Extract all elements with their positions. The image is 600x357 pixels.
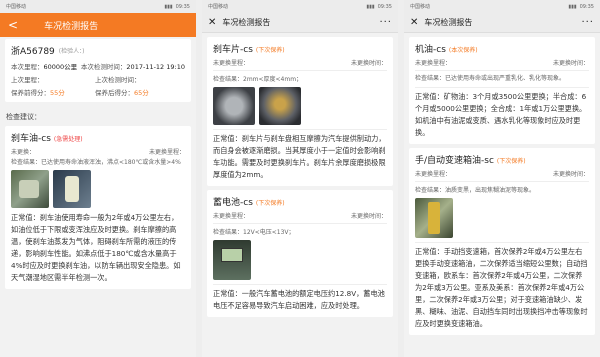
page-title: 车况检测报告 [44, 21, 99, 32]
battery-icon: ▮▮▮ [366, 3, 375, 10]
next-service-badge: (下次保养) [255, 200, 285, 207]
report-header: < 车况检测报告 [0, 13, 196, 37]
normal-value-text: 正常值：刹车油使用寿命一般为2年或4万公里左右，如油位低于下限或变浑浊应及时更换… [11, 213, 181, 282]
carrier: 中国移动 [410, 4, 431, 10]
check-result: 检查结果：油质变黑，出现焦糊油泥等现象。 [415, 187, 536, 194]
score-before-value: 55分 [50, 89, 65, 97]
phone-screen-1: 中国移动 ▮▮▮ 09:35 < 车况检测报告 浙A56789 (检验人：) 本次… [0, 0, 196, 357]
nav-title: 车况检测报告 [222, 18, 271, 27]
not-replaced-mileage: 未更换里程： [415, 171, 452, 178]
carrier: 中国移动 [6, 4, 27, 10]
not-replaced-time: 未更换时间： [552, 171, 589, 178]
normal-value-text: 正常值：手动挡变速箱，首次保养2年或4万公里左右更换手动变速箱油，二次保养适当缩… [415, 247, 588, 328]
transmission-oil-card[interactable]: 手/自动变速箱油-sc (下次保养) 未更换里程： 未更换时间： 检查结果：油质变黑… [409, 148, 595, 335]
clock: 09:35 [175, 3, 190, 10]
battery-icon: ▮▮▮ [568, 3, 577, 10]
next-service-badge: (下次保养) [496, 158, 526, 165]
last-time-label: 上次检测时间： [95, 76, 141, 84]
check-result: 检查结果：已达使用寿命或出现严重乳化、乳化等现象。 [415, 75, 566, 82]
last-mileage-label: 上次里程： [11, 76, 44, 84]
battery-card[interactable]: 蓄电池-cs (下次保养) 未更换里程： 未更换时间： 检查结果：12V<电压<13… [207, 190, 393, 317]
back-icon[interactable]: < [8, 18, 18, 32]
score-after-value: 65分 [134, 89, 149, 97]
next-service-badge: (下次保养) [255, 47, 285, 54]
not-replaced-time: 未更换时间： [350, 60, 387, 67]
inspection-photo[interactable] [11, 170, 49, 208]
brake-pad-card[interactable]: 刹车片-cs (下次保养) 未更换里程： 未更换时间： 检查结果：2mm<厚度<4m… [207, 37, 393, 186]
check-time-label: 本次检测时间： [80, 63, 127, 71]
close-icon[interactable]: ✕ [410, 17, 418, 28]
vehicle-info-card: 浙A56789 (检验人：) 本次里程：60000公里 本次检测时间：2017-… [5, 39, 191, 102]
nav-bar: ✕ 车况检测报告 ··· [202, 13, 398, 33]
this-service-badge: (本次保养) [448, 47, 478, 54]
not-replaced-mileage: 未更换里程： [415, 60, 452, 67]
status-bar: 中国移动 ▮▮▮ 09:35 [202, 0, 398, 13]
close-icon[interactable]: ✕ [208, 17, 216, 28]
battery-icon: ▮▮▮ [164, 3, 173, 10]
check-result: 检查结果：已达使用寿命油液浑浊，沸点<180℃或含水量>4% [11, 159, 181, 166]
not-replaced: 未更换： [11, 149, 36, 156]
nav-title: 车况检测报告 [424, 18, 473, 27]
clock: 09:35 [579, 3, 594, 10]
clock: 09:35 [377, 3, 392, 10]
not-replaced-time: 未更换时间： [350, 213, 387, 220]
inspection-photo[interactable] [53, 170, 91, 208]
more-icon[interactable]: ··· [379, 17, 392, 28]
mileage-label: 本次里程： [11, 63, 44, 71]
screenshot-collage: 中国移动 ▮▮▮ 09:35 < 车况检测报告 浙A56789 (检验人：) 本次… [0, 0, 600, 357]
item-title: 手/自动变速箱油-sc (下次保养) [415, 156, 526, 166]
check-time-value: 2017-11-12 19:10 [126, 63, 185, 71]
item-title: 刹车油-cs (急需处理) [11, 134, 83, 144]
urgent-badge: (急需处理) [53, 136, 83, 143]
item-title: 机油-cs (本次保养) [415, 45, 478, 55]
not-replaced-mileage: 未更换里程： [213, 213, 250, 220]
inspection-photo[interactable] [213, 240, 251, 280]
status-bar: 中国移动 ▮▮▮ 09:35 [0, 0, 196, 13]
carrier: 中国移动 [208, 4, 229, 10]
score-after-label: 保养后得分： [95, 89, 134, 97]
engine-oil-card[interactable]: 机油-cs (本次保养) 未更换里程： 未更换时间： 检查结果：已达使用寿命或出现严… [409, 37, 595, 144]
brake-fluid-card[interactable]: 刹车油-cs (急需处理) 未更换： 未更换里程： 检查结果：已达使用寿命油液浑浊，… [5, 126, 191, 289]
normal-value-text: 正常值：刹车片与刹车盘相互摩擦为汽车提供制动力，而自身会被逐渐磨损。当其厚度小于… [213, 134, 386, 179]
phone-screen-3: 中国移动 ▮▮▮ 09:35 ✕ 车况检测报告 ··· 机油-cs (本次保养) 未… [404, 0, 600, 357]
inspector: (检验人：) [58, 48, 85, 55]
inspection-photo[interactable] [213, 87, 255, 125]
score-before-label: 保养前得分： [11, 89, 50, 97]
item-title: 蓄电池-cs (下次保养) [213, 198, 285, 208]
check-result: 检查结果：12V<电压<13V； [213, 229, 295, 236]
nav-bar: ✕ 车况检测报告 ··· [404, 13, 600, 33]
not-replaced-mileage: 未更换里程： [148, 149, 185, 156]
inspection-photo[interactable] [259, 87, 301, 125]
not-replaced-mileage: 未更换里程： [213, 60, 250, 67]
mileage-value: 60000公里 [43, 63, 78, 71]
check-result: 检查结果：2mm<厚度<4mm； [213, 76, 303, 83]
normal-value-text: 正常值：一般汽车蓄电池的额定电压约12.8V，蓄电池电压不足容易导致汽车启动困难… [213, 289, 385, 310]
plate-number: 浙A56789 [11, 47, 55, 57]
normal-value-text: 正常值：矿物油：3个月或3500公里更换；半合成：6个月或5000公里更换；全合… [415, 92, 587, 137]
more-icon[interactable]: ··· [581, 17, 594, 28]
advice-label: 检查建议： [6, 113, 41, 121]
status-bar: 中国移动 ▮▮▮ 09:35 [404, 0, 600, 13]
not-replaced-time: 未更换时间： [552, 60, 589, 67]
inspection-photo[interactable] [415, 198, 453, 238]
item-title: 刹车片-cs (下次保养) [213, 45, 285, 55]
phone-screen-2: 中国移动 ▮▮▮ 09:35 ✕ 车况检测报告 ··· 刹车片-cs (下次保养) … [202, 0, 398, 357]
